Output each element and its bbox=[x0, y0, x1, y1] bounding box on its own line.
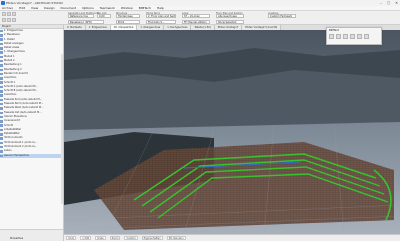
floor-plan-field[interactable]: 2. Floor plan and Section bbox=[146, 14, 176, 18]
view-icon bbox=[0, 133, 3, 136]
menu-view[interactable]: View bbox=[31, 6, 38, 10]
status-cell[interactable]: Eigenschaften bbox=[141, 236, 163, 240]
marquee-tool-button[interactable] bbox=[7, 12, 11, 16]
view-icon bbox=[0, 38, 3, 41]
window-title: Pfoten Vorstag17 - ARCHICAD STUDIO bbox=[6, 1, 63, 5]
status-cell[interactable]: 1:100 bbox=[80, 236, 92, 240]
wall-tool-button[interactable] bbox=[12, 12, 16, 16]
palette-button-2[interactable] bbox=[336, 34, 341, 39]
info-box-toolbar: Geometry and Positioning Reference line … bbox=[0, 11, 400, 25]
view-icon bbox=[0, 111, 3, 115]
view-icon bbox=[0, 81, 3, 84]
navigator-item[interactable]: Generic Perspective bbox=[0, 153, 63, 158]
area-field[interactable]: Alle Geschosse bbox=[216, 14, 244, 18]
layer2-field[interactable]: FH Hangar+Beton bbox=[182, 19, 210, 24]
view-icon bbox=[0, 42, 3, 46]
navigator-list: 1. Erdgeschoss 2. Bauebene 1. Detail Detail… bbox=[0, 29, 63, 158]
palette-button-6[interactable] bbox=[364, 34, 369, 39]
status-cell[interactable]: Scale bbox=[95, 236, 106, 240]
navigator-footer: Properties bbox=[0, 229, 63, 241]
profile-field[interactable]: Floorplan S... bbox=[146, 19, 176, 24]
status-cell[interactable]: Zoom bbox=[109, 236, 121, 240]
reference-line-field[interactable]: Reference line bbox=[68, 14, 94, 18]
view-icon bbox=[0, 29, 3, 33]
menu-options[interactable]: Options bbox=[82, 6, 94, 10]
roof-tool-button[interactable] bbox=[12, 18, 16, 22]
palette-button-5[interactable] bbox=[357, 34, 362, 39]
status-cell[interactable]: Undo bbox=[66, 236, 77, 240]
view-icon bbox=[0, 107, 3, 110]
app-icon bbox=[1, 1, 5, 5]
menu-help[interactable]: Help bbox=[157, 6, 164, 10]
view-icon bbox=[0, 34, 3, 37]
navigator-scrollbar[interactable] bbox=[61, 54, 63, 204]
3d-scene bbox=[64, 30, 400, 234]
story-value-field[interactable]: 0,00 bbox=[97, 14, 111, 18]
menu-window[interactable]: Window bbox=[121, 6, 133, 10]
layer-field[interactable]: ST – Z-Linien bbox=[182, 14, 210, 18]
mesh-tool-button[interactable] bbox=[7, 18, 11, 22]
palette-title: BIMTech bbox=[329, 29, 340, 32]
view-icon bbox=[0, 145, 3, 149]
view-icon bbox=[0, 128, 3, 132]
menu-document[interactable]: Document bbox=[61, 6, 77, 10]
navigator-panel: Project 1. Erdgeschoss 2. Bauebene 1. Deta… bbox=[0, 25, 64, 241]
navigator-item-label: Generic Perspective bbox=[4, 153, 29, 157]
view-icon bbox=[0, 150, 3, 153]
status-cell[interactable]: Custom bbox=[124, 236, 138, 240]
close-button[interactable]: ✕ bbox=[395, 1, 398, 5]
view-icon bbox=[0, 72, 3, 76]
view-icon bbox=[0, 55, 3, 59]
view-icon bbox=[0, 115, 3, 119]
view-icon bbox=[0, 124, 3, 127]
element-name-field[interactable]: Bauebene I (SFD) bbox=[68, 19, 104, 24]
maximize-button[interactable]: ▢ bbox=[387, 1, 390, 5]
status-cell[interactable]: 3D: Rendern bbox=[166, 236, 186, 240]
status-bar: Undo 1:100 Scale Zoom Custom Eigenschaften 3D:… bbox=[64, 234, 400, 241]
view-icon bbox=[0, 64, 3, 67]
view-icon bbox=[0, 120, 3, 123]
view-icon bbox=[0, 85, 3, 89]
view-icon bbox=[0, 47, 3, 50]
show-selected-field[interactable]: Show Selected bbox=[216, 19, 244, 24]
structure-field[interactable]: Hindernisse bbox=[116, 14, 140, 18]
view-icon bbox=[0, 59, 3, 63]
window-controls: – ▢ ✕ bbox=[380, 1, 398, 5]
view-icon bbox=[0, 141, 3, 145]
view-icon bbox=[0, 77, 3, 80]
menu-design[interactable]: Design bbox=[44, 6, 54, 10]
view-icon bbox=[0, 94, 3, 97]
view-icon bbox=[0, 137, 3, 140]
palette-button-3[interactable] bbox=[343, 34, 348, 39]
menu-edit[interactable]: Edit bbox=[19, 6, 25, 10]
properties-button[interactable]: Properties bbox=[10, 237, 23, 240]
menu-file[interactable]: Archivo bbox=[2, 6, 13, 10]
view-icon bbox=[0, 102, 3, 106]
view-icon bbox=[0, 68, 3, 72]
fill-field[interactable]: Brick bbox=[116, 19, 140, 24]
palette-button-4[interactable] bbox=[350, 34, 355, 39]
palette-button-1[interactable] bbox=[329, 34, 334, 39]
slab-tool-button[interactable] bbox=[2, 18, 6, 22]
menu-teamwork[interactable]: Teamwork bbox=[100, 6, 115, 10]
view-icon bbox=[0, 98, 3, 102]
custom-field[interactable]: Custom Fachwerk bbox=[268, 14, 296, 18]
select-tool-button[interactable] bbox=[2, 12, 6, 16]
minimize-button[interactable]: – bbox=[380, 1, 382, 5]
view-icon bbox=[0, 154, 3, 157]
3d-viewport[interactable] bbox=[64, 30, 400, 234]
bimtech-palette: BIMTech bbox=[326, 27, 382, 45]
menu-bimtech[interactable]: BIMTech bbox=[139, 6, 151, 10]
view-icon bbox=[0, 90, 3, 93]
view-icon bbox=[0, 51, 3, 54]
